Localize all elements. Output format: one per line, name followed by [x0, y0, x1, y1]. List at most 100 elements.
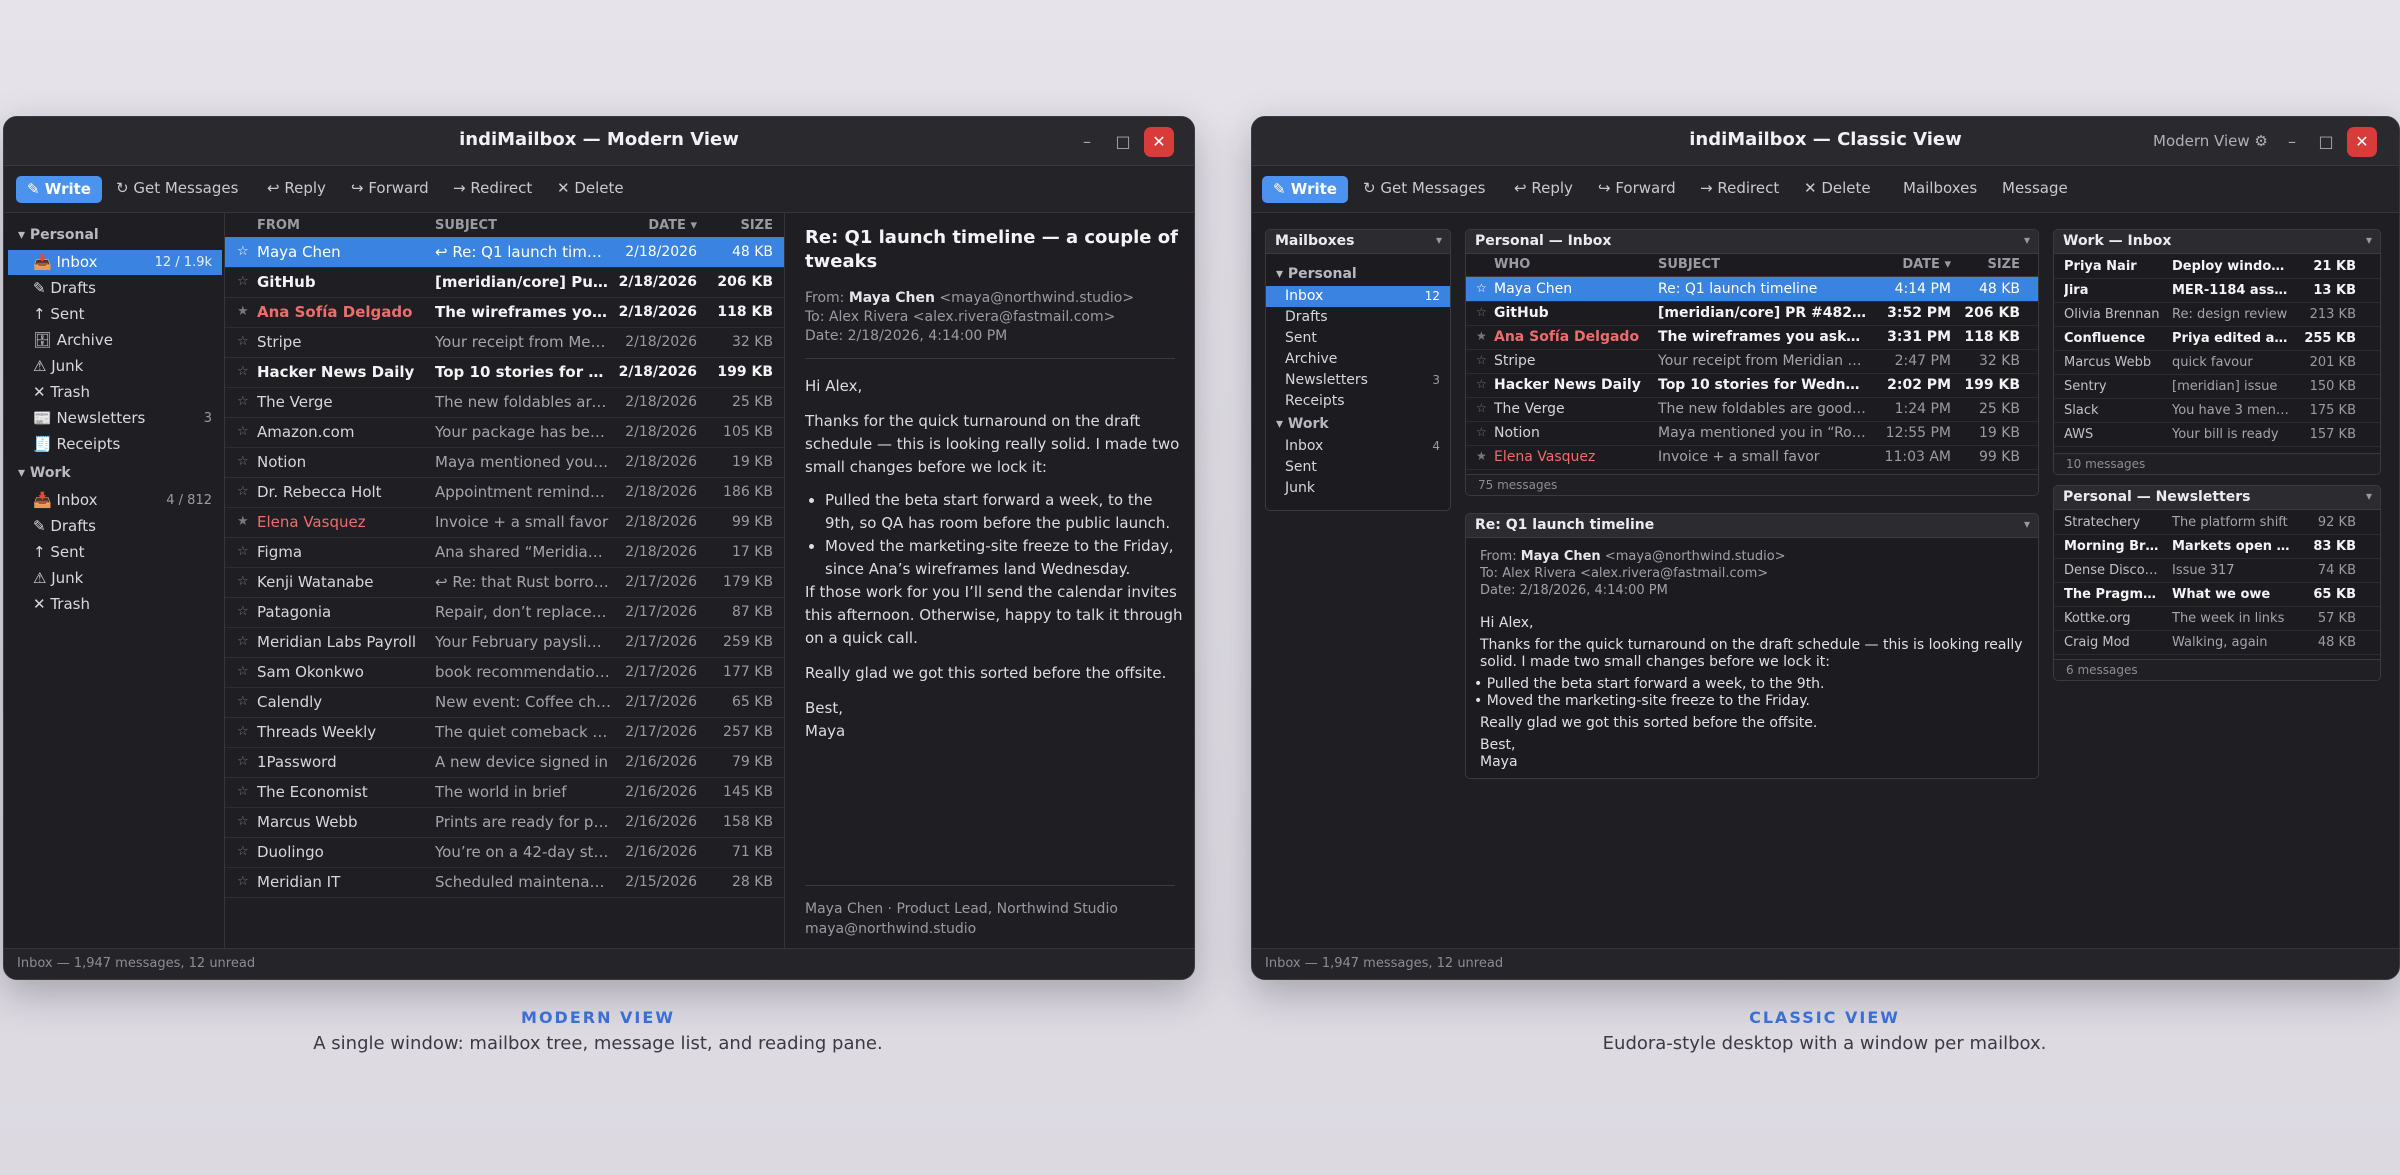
sidebar-group-personal[interactable]: ▾ Personal [18, 227, 99, 243]
message-row[interactable]: ★ Ana Sofía Delgado The wireframes you ask… [1466, 325, 2038, 350]
column-header-who[interactable]: WHO [1494, 257, 1530, 272]
message-row[interactable]: ☆ Figma Ana shared “Meridian site” 2/18/202… [225, 537, 784, 568]
mailboxes-menu[interactable]: Mailboxes [1903, 179, 1977, 197]
star-icon[interactable]: ☆ [237, 604, 249, 619]
message-row[interactable]: ☆ Stripe Your receipt from Meridian Labs 2:… [1466, 349, 2038, 374]
star-icon[interactable]: ☆ [237, 784, 249, 799]
star-icon[interactable]: ☆ [237, 664, 249, 679]
tree-item-work-junk[interactable]: Junk [1266, 478, 1450, 499]
message-row[interactable]: ★ Elena Vasquez Invoice + a small favor 2/1… [225, 507, 784, 538]
star-icon[interactable]: ☆ [1476, 353, 1487, 367]
star-icon[interactable]: ☆ [1476, 425, 1487, 439]
sidebar-item-personal-sent[interactable]: ↑ Sent [8, 302, 222, 327]
tree-item-personal-receipts[interactable]: Receipts [1266, 391, 1450, 412]
sidebar-item-work-junk[interactable]: ⚠ Junk [8, 566, 222, 591]
message-row[interactable]: ☆ Patagonia Repair, don’t replace your gea… [225, 597, 784, 628]
forward-button[interactable]: ↪ Forward [351, 179, 429, 197]
message-row[interactable]: Slack You have 3 mentions 175 KB [2054, 398, 2380, 423]
star-icon[interactable]: ★ [1476, 449, 1487, 463]
tree-item-work-inbox[interactable]: Inbox 4 [1266, 436, 1450, 457]
star-icon[interactable]: ☆ [237, 634, 249, 649]
message-row[interactable]: ☆ Notion Maya mentioned you in “Roadmap” 12… [1466, 421, 2038, 446]
message-row[interactable]: ☆ Marcus Webb Prints are ready for pickup 2… [225, 807, 784, 838]
message-row[interactable]: ☆ Calendly New event: Coffee chat 2/17/2026… [225, 687, 784, 718]
minimize-icon[interactable]: – [2277, 127, 2307, 157]
sidebar-item-personal-drafts[interactable]: ✎ Drafts [8, 276, 222, 301]
message-row[interactable]: Morning Brew Markets open flat 83 KB [2054, 534, 2380, 559]
message-row[interactable]: ☆ Hacker News Daily Top 10 stories for Wed… [225, 357, 784, 388]
close-icon[interactable]: ✕ [2347, 127, 2377, 157]
minimize-icon[interactable]: – [1072, 127, 1102, 157]
star-icon[interactable]: ☆ [237, 844, 249, 859]
message-row[interactable]: Sentry [meridian] issue 150 KB [2054, 374, 2380, 399]
star-icon[interactable]: ☆ [237, 694, 249, 709]
star-icon[interactable]: ☆ [237, 544, 249, 559]
star-icon[interactable]: ☆ [237, 814, 249, 829]
tree-item-personal-inbox[interactable]: Inbox 12 [1266, 286, 1450, 307]
get-messages-button[interactable]: ↻ Get Messages [116, 179, 238, 197]
column-header-date[interactable]: DATE ▾ [617, 218, 697, 233]
star-icon[interactable]: ☆ [237, 574, 249, 589]
reply-button[interactable]: ↩ Reply [267, 179, 326, 197]
delete-button[interactable]: ✕ Delete [557, 179, 624, 197]
panel-menu-icon[interactable]: ▾ [2366, 233, 2372, 247]
column-header-size[interactable]: SIZE [1956, 257, 2020, 272]
sidebar-item-work-trash[interactable]: ✕ Trash [8, 592, 222, 617]
message-row[interactable]: The Pragmatic Engineer What we owe 65 KB [2054, 582, 2380, 607]
close-icon[interactable]: ✕ [1144, 127, 1174, 157]
sidebar-item-work-sent[interactable]: ↑ Sent [8, 540, 222, 565]
reply-button[interactable]: ↩ Reply [1514, 179, 1573, 197]
write-button[interactable]: ✎ Write [16, 176, 102, 203]
column-header-subject[interactable]: SUBJECT [435, 218, 497, 233]
message-row[interactable]: ☆ The Verge The new foldables are good now… [225, 387, 784, 418]
sidebar-item-personal-inbox[interactable]: 📥 Inbox 12 / 1.9k [8, 250, 222, 275]
message-row[interactable]: ☆ The Verge The new foldables are good now… [1466, 397, 2038, 422]
sidebar-item-work-inbox[interactable]: 📥 Inbox 4 / 812 [8, 488, 222, 513]
message-row[interactable]: ☆ 1Password A new device signed in 2/16/202… [225, 747, 784, 778]
star-icon[interactable]: ★ [1476, 329, 1487, 343]
panel-menu-icon[interactable]: ▾ [2024, 517, 2030, 531]
tree-item-personal-sent[interactable]: Sent [1266, 328, 1450, 349]
maximize-icon[interactable]: □ [2311, 127, 2341, 157]
message-row[interactable]: Olivia Brennan Re: design review 213 KB [2054, 302, 2380, 327]
column-header-date[interactable]: DATE ▾ [1871, 257, 1951, 272]
get-messages-button[interactable]: ↻ Get Messages [1363, 179, 1485, 197]
message-row[interactable]: ☆ Dr. Rebecca Holt Appointment reminder fo… [225, 477, 784, 508]
message-row[interactable]: ★ Ana Sofía Delgado The wireframes you ask… [225, 297, 784, 328]
star-icon[interactable]: ☆ [1476, 281, 1487, 295]
star-icon[interactable]: ☆ [237, 454, 249, 469]
message-row[interactable]: Craig Mod Walking, again 48 KB [2054, 630, 2380, 655]
message-row[interactable]: AWS Your bill is ready 157 KB [2054, 422, 2380, 447]
star-icon[interactable]: ☆ [237, 274, 249, 289]
message-row[interactable]: Confluence Priya edited a page 255 KB [2054, 326, 2380, 351]
delete-button[interactable]: ✕ Delete [1804, 179, 1871, 197]
message-row[interactable]: ☆ GitHub [meridian/core] PR #482 merged 3:5… [1466, 301, 2038, 326]
star-icon[interactable]: ☆ [237, 874, 249, 889]
column-header-from[interactable]: FROM [257, 218, 300, 233]
sidebar-item-personal-receipts[interactable]: 🧾 Receipts [8, 432, 222, 457]
message-row[interactable]: ☆ Kenji Watanabe ↩ Re: that Rust borrow ch… [225, 567, 784, 598]
sidebar-item-personal-trash[interactable]: ✕ Trash [8, 380, 222, 405]
message-row[interactable]: ☆ Meridian Labs Payroll Your February pays… [225, 627, 784, 658]
view-switch-button[interactable]: Modern View ⚙ [2153, 132, 2268, 150]
message-row[interactable]: ☆ Notion Maya mentioned you in a page 2/18/… [225, 447, 784, 478]
tree-item-personal-archive[interactable]: Archive [1266, 349, 1450, 370]
column-header-size[interactable]: SIZE [701, 218, 773, 233]
star-icon[interactable]: ☆ [237, 394, 249, 409]
star-icon[interactable]: ☆ [237, 754, 249, 769]
star-icon[interactable]: ☆ [237, 424, 249, 439]
message-row[interactable]: ☆ Stripe Your receipt from Meridian Labs 2/… [225, 327, 784, 358]
star-icon[interactable]: ☆ [1476, 305, 1487, 319]
message-row[interactable]: ☆ Sam Okonkwo book recommendations? 2/17/20… [225, 657, 784, 688]
redirect-button[interactable]: → Redirect [1700, 179, 1779, 197]
message-row[interactable]: Marcus Webb quick favour 201 KB [2054, 350, 2380, 375]
message-row[interactable]: ☆ Duolingo You’re on a 42-day streak! 2/16/… [225, 837, 784, 868]
star-icon[interactable]: ☆ [237, 364, 249, 379]
message-row[interactable]: ☆ Threads Weekly The quiet comeback of RSS… [225, 717, 784, 748]
message-row[interactable]: ★ Elena Vasquez Invoice + a small favor 11:… [1466, 445, 2038, 470]
star-icon[interactable]: ☆ [237, 724, 249, 739]
maximize-icon[interactable]: □ [1108, 127, 1138, 157]
tree-group-work[interactable]: ▾ Work [1276, 416, 1329, 432]
sidebar-item-personal-newsletters[interactable]: 📰 Newsletters 3 [8, 406, 222, 431]
tree-item-work-sent[interactable]: Sent [1266, 457, 1450, 478]
